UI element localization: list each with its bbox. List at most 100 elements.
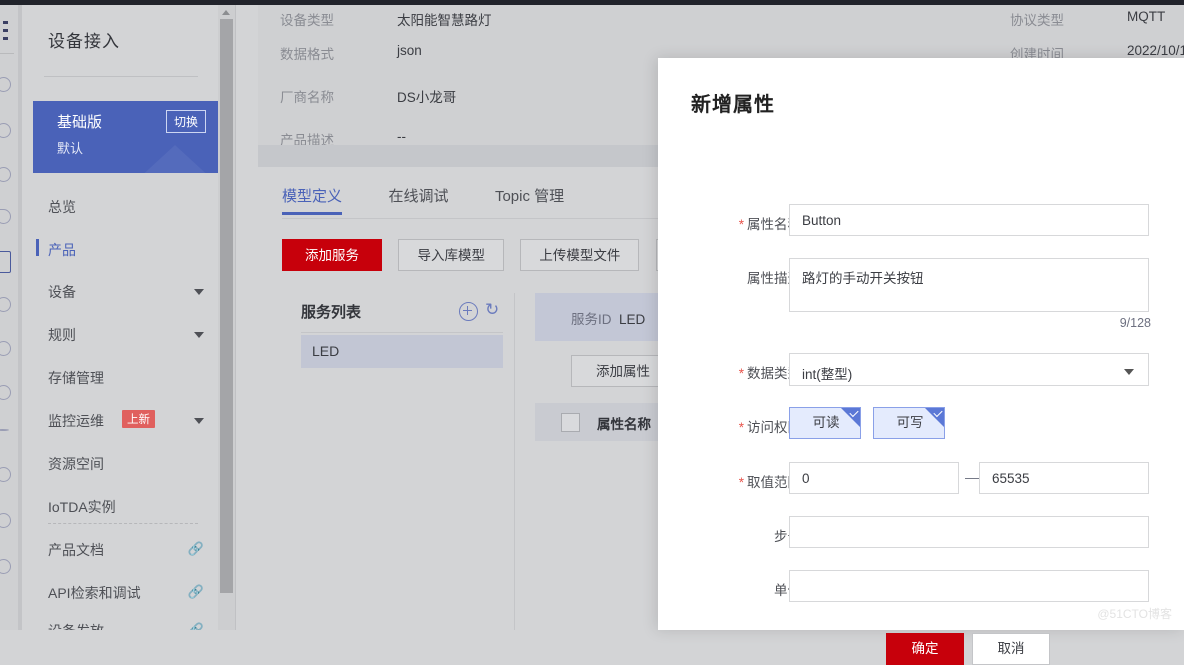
sidebar-item-label: 总览: [48, 197, 76, 217]
refresh-icon[interactable]: ↻: [485, 301, 499, 318]
rail-icon-5[interactable]: [0, 297, 11, 312]
sidebar-item-label: IoTDA实例: [48, 497, 116, 517]
confirm-button[interactable]: 确定: [886, 633, 964, 665]
value-range-min-input[interactable]: [789, 462, 959, 494]
label-value-range: *取值范围: [701, 471, 801, 491]
tab-topic-management[interactable]: Topic 管理: [495, 185, 564, 215]
rail-icon-1[interactable]: [0, 77, 11, 92]
tab-online-debug[interactable]: 在线调试: [388, 185, 448, 215]
service-list-panel: 服务列表 ↻ LED: [282, 293, 515, 630]
sidebar-item-label: 设备: [48, 282, 76, 302]
rail-icon-11[interactable]: [0, 559, 11, 574]
service-list-title: 服务列表: [301, 301, 361, 322]
range-separator: —: [965, 469, 979, 485]
external-link-icon[interactable]: 🔗: [188, 622, 204, 630]
tab-label: 模型定义: [282, 188, 342, 205]
sidebar-item-rules[interactable]: 规则: [22, 321, 218, 349]
chevron-down-icon[interactable]: [194, 418, 204, 424]
access-option-writable[interactable]: 可写: [873, 407, 945, 439]
rail-icon-8[interactable]: [0, 429, 9, 431]
switch-instance-button[interactable]: 切换: [166, 110, 206, 133]
external-link-icon[interactable]: 🔗: [188, 541, 204, 557]
label-data-type: *数据类型: [701, 362, 801, 382]
sidebar-item-label: 产品: [48, 240, 76, 260]
rail-icon-4[interactable]: [0, 209, 11, 224]
access-option-readable[interactable]: 可读: [789, 407, 861, 439]
watermark: @51CTO博客: [1097, 605, 1172, 622]
info-key: 厂商名称: [280, 86, 334, 106]
import-library-model-button[interactable]: 导入库模型: [398, 239, 504, 271]
required-star-icon: *: [739, 366, 744, 381]
scrollbar-thumb-lower[interactable]: [220, 377, 233, 593]
rail-icon-7[interactable]: [0, 385, 11, 400]
sidebar-item-devices[interactable]: 设备: [22, 278, 218, 306]
info-value: --: [397, 129, 406, 144]
chevron-down-icon[interactable]: [1124, 369, 1134, 375]
info-value: 太阳能智慧路灯: [397, 9, 492, 29]
sidebar-item-label: 产品文档: [48, 540, 104, 560]
list-item[interactable]: LED: [301, 335, 503, 368]
sidebar-item-overview[interactable]: 总览: [22, 193, 218, 221]
required-star-icon: *: [739, 420, 744, 435]
service-id-field: 服务ID LED: [571, 308, 645, 328]
new-badge: 上新: [122, 410, 155, 428]
tab-model-definition[interactable]: 模型定义: [282, 185, 342, 215]
sidebar-item-iotda-instance[interactable]: IoTDA实例: [22, 493, 218, 521]
sidebar-item-device-provisioning[interactable]: 设备发放 🔗: [22, 617, 218, 630]
scrollbar-thumb[interactable]: [220, 19, 233, 377]
required-star-icon: *: [739, 475, 744, 490]
sidebar-item-storage[interactable]: 存储管理: [22, 364, 218, 392]
rail-icon-2[interactable]: [0, 123, 11, 138]
sidebar-scrollbar[interactable]: [218, 5, 235, 630]
step-input[interactable]: [789, 516, 1149, 548]
dialog-title: 新增属性: [691, 88, 775, 117]
rail-icon-3[interactable]: [0, 167, 11, 182]
value-range-max-input[interactable]: [979, 462, 1149, 494]
cancel-button[interactable]: 取消: [972, 633, 1050, 665]
service-id-value: LED: [619, 312, 645, 327]
tab-label: 在线调试: [388, 188, 448, 205]
required-star-icon: *: [739, 217, 744, 232]
sidebar-item-product-docs[interactable]: 产品文档 🔗: [22, 536, 218, 564]
info-key: 数据格式: [280, 43, 334, 63]
rail-icon-9[interactable]: [0, 467, 11, 482]
chevron-down-icon[interactable]: [194, 289, 204, 295]
sidebar-item-label: API检索和调试: [48, 583, 141, 603]
sidebar-item-label: 存储管理: [48, 368, 104, 388]
sidebar: 设备接入 基础版 默认 切换 总览 产品 设备 规则 存储管理 监控运维 上新 …: [22, 5, 218, 630]
service-id-key: 服务ID: [571, 312, 612, 327]
chevron-down-icon[interactable]: [194, 332, 204, 338]
label-access-permission: *访问权限: [701, 416, 801, 436]
data-type-select[interactable]: int(整型): [789, 353, 1149, 386]
label-property-description: 属性描述: [701, 267, 801, 287]
sidebar-item-monitoring[interactable]: 监控运维 上新: [22, 407, 218, 435]
instance-name: 默认: [57, 138, 83, 157]
sidebar-item-label: 规则: [48, 325, 76, 345]
property-description-textarea[interactable]: 路灯的手动开关按钮: [789, 258, 1149, 312]
scroll-up-arrow-icon[interactable]: [222, 10, 230, 15]
add-property-dialog: 新增属性 *属性名称 属性描述 路灯的手动开关按钮 9/128 *数据类型 in…: [658, 58, 1184, 630]
sidebar-instance-card[interactable]: 基础版 默认 切换: [33, 101, 218, 173]
rail-divider: [0, 53, 14, 54]
tab-label: Topic 管理: [495, 188, 564, 205]
rail-icon-10[interactable]: [0, 513, 11, 528]
hamburger-menu-icon[interactable]: [3, 21, 15, 45]
sidebar-item-resource-space[interactable]: 资源空间: [22, 450, 218, 478]
rail-icon-6[interactable]: [0, 341, 11, 356]
external-link-icon[interactable]: 🔗: [188, 584, 204, 600]
select-all-checkbox[interactable]: [561, 413, 580, 432]
sidebar-title: 设备接入: [48, 27, 120, 52]
plus-circle-icon[interactable]: [459, 302, 478, 321]
tab-underline: [282, 212, 342, 215]
label-step: 步长: [701, 525, 801, 545]
instance-version: 基础版: [57, 111, 102, 132]
unit-input[interactable]: [789, 570, 1149, 602]
sidebar-item-products[interactable]: 产品: [22, 236, 218, 264]
data-type-value: int(整型): [802, 363, 852, 383]
sidebar-item-api-explorer[interactable]: API检索和调试 🔗: [22, 579, 218, 607]
rail-icon-active[interactable]: [0, 251, 11, 273]
label-unit: 单位: [701, 579, 801, 599]
upload-model-file-button[interactable]: 上传模型文件: [520, 239, 639, 271]
property-name-input[interactable]: [789, 204, 1149, 236]
add-service-button[interactable]: 添加服务: [282, 239, 382, 271]
